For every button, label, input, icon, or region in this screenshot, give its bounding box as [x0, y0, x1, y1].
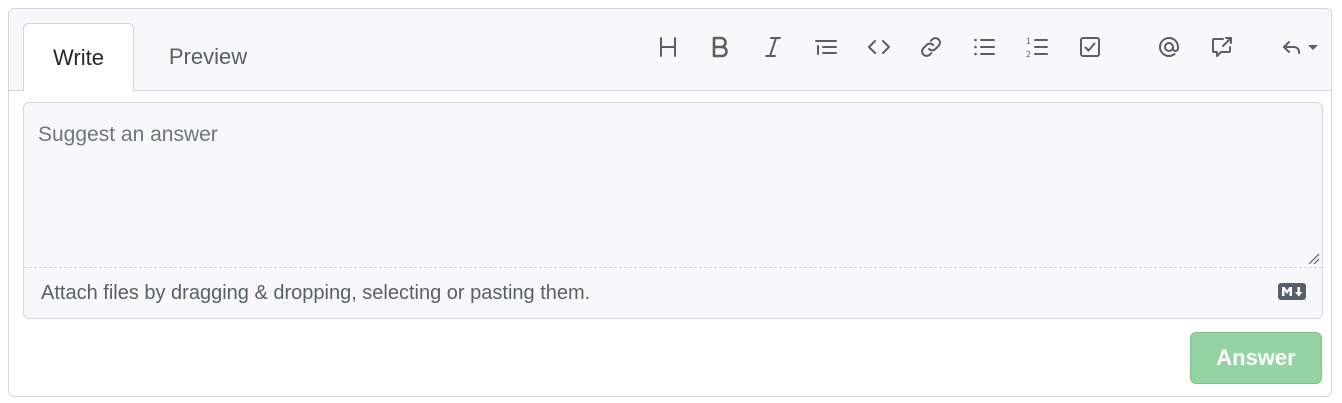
answer-button-label: Answer	[1216, 345, 1296, 370]
tab-write[interactable]: Write	[23, 23, 134, 91]
svg-text:1: 1	[1026, 37, 1031, 46]
cross-reference-button[interactable]	[1206, 33, 1238, 65]
quote-button[interactable]	[810, 33, 842, 65]
reply-icon	[1280, 35, 1304, 64]
mention-icon	[1157, 35, 1181, 64]
chevron-down-icon	[1307, 40, 1319, 58]
comment-form: Write Preview 1 2 Suggest an answer Atta…	[8, 8, 1332, 397]
cross-reference-icon	[1210, 35, 1234, 64]
resize-handle-icon[interactable]	[1306, 251, 1320, 265]
heading-icon	[656, 35, 680, 64]
svg-text:2: 2	[1026, 50, 1031, 59]
bold-button[interactable]	[704, 33, 736, 65]
code-button[interactable]	[863, 33, 895, 65]
numbered-list-icon: 1 2	[1025, 35, 1049, 64]
link-icon	[919, 35, 943, 64]
tab-write-label: Write	[53, 44, 104, 70]
heading-button[interactable]	[652, 33, 684, 65]
task-list-icon	[1078, 35, 1102, 64]
bulleted-list-icon	[972, 35, 996, 64]
attach-files-area[interactable]: Attach files by dragging & dropping, sel…	[24, 267, 1322, 318]
markdown-icon[interactable]	[1278, 283, 1306, 305]
mention-button[interactable]	[1153, 33, 1185, 65]
answer-textarea[interactable]	[24, 103, 1322, 267]
italic-icon	[761, 35, 785, 64]
italic-button[interactable]	[757, 33, 789, 65]
bold-icon	[708, 35, 732, 64]
link-button[interactable]	[915, 33, 947, 65]
attach-files-text: Attach files by dragging & dropping, sel…	[41, 281, 591, 304]
answer-button[interactable]: Answer	[1190, 332, 1322, 384]
reply-button[interactable]	[1269, 33, 1329, 65]
code-icon	[867, 35, 891, 64]
quote-icon	[814, 35, 838, 64]
task-list-button[interactable]	[1074, 33, 1106, 65]
tab-preview-label: Preview	[168, 43, 248, 69]
editor-area: Attach files by dragging & dropping, sel…	[23, 102, 1323, 319]
editor-header: Write Preview 1 2	[9, 9, 1331, 91]
bulleted-list-button[interactable]	[968, 33, 1000, 65]
tab-preview[interactable]: Preview	[149, 23, 267, 90]
numbered-list-button[interactable]: 1 2	[1021, 33, 1053, 65]
